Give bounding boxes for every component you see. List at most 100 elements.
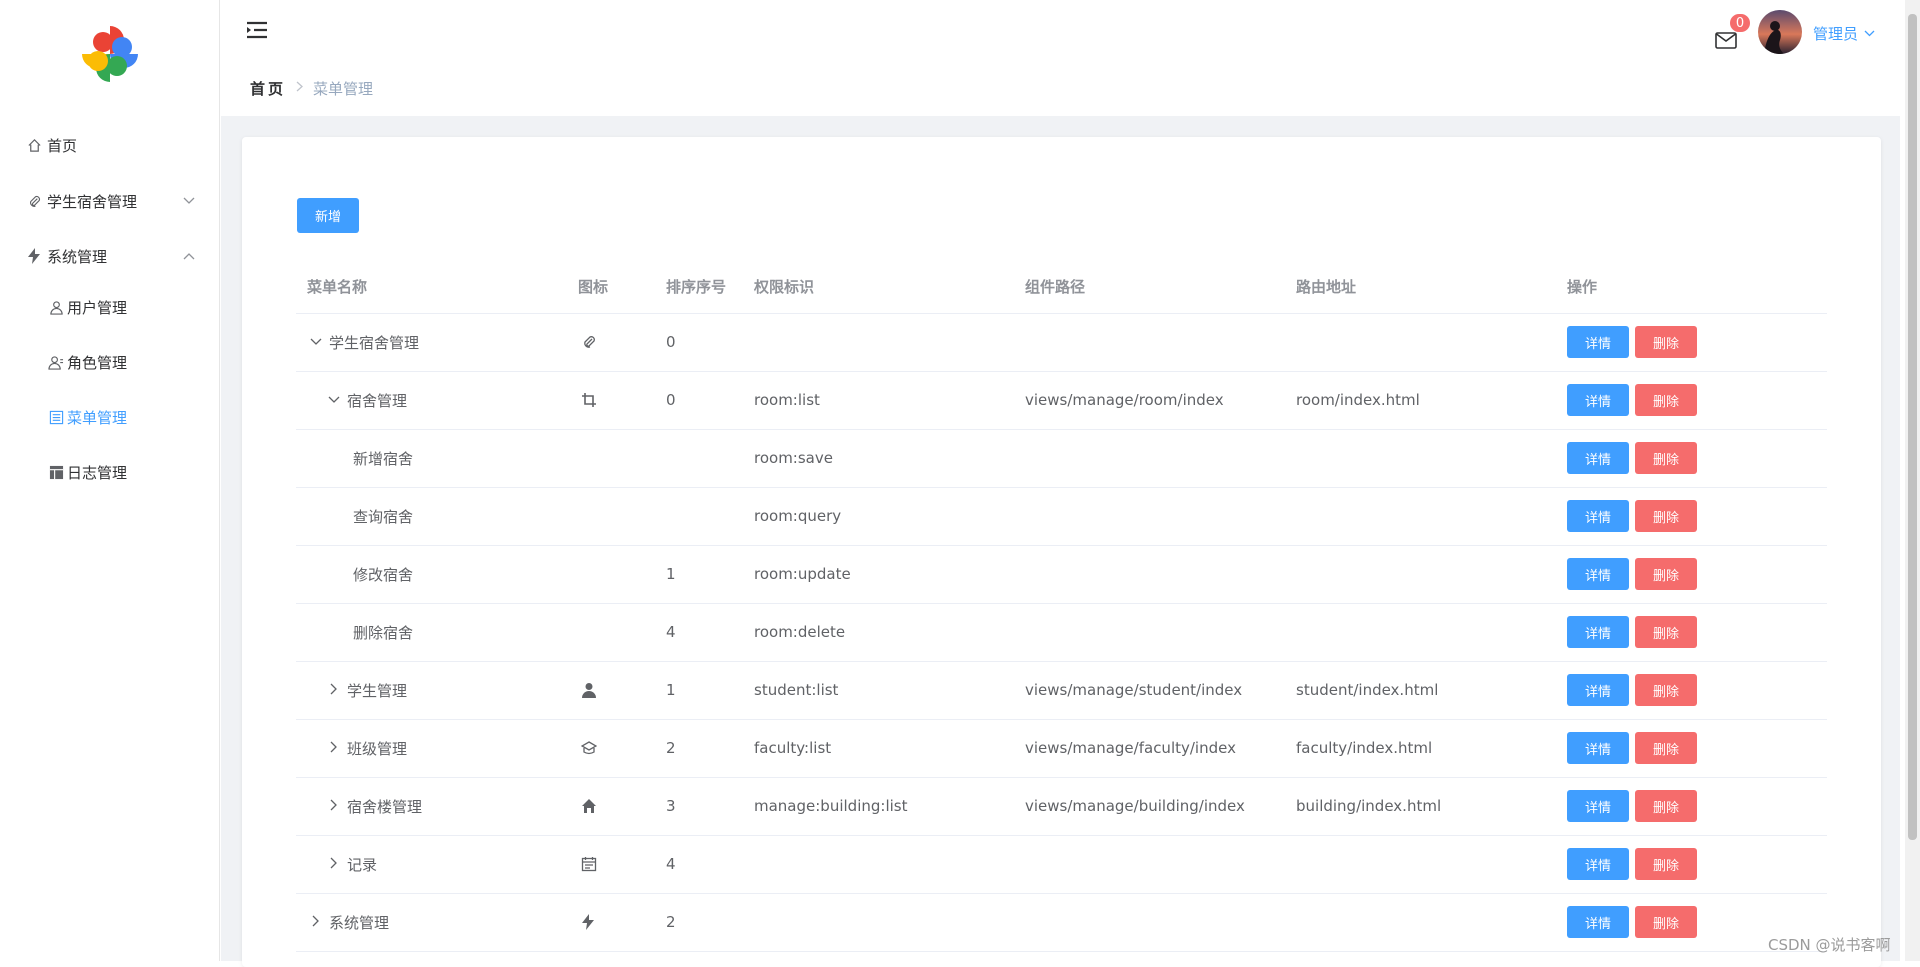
cell-permission: student:list xyxy=(743,661,1014,720)
table-row[interactable]: 新增宿舍 room:save 详情 删除 xyxy=(296,429,1827,488)
table-row[interactable]: 记录 4 详情 删除 xyxy=(296,835,1827,894)
cell-menu-name: 学生管理 xyxy=(296,661,567,720)
mail-icon[interactable] xyxy=(1714,30,1738,50)
expand-down-icon[interactable] xyxy=(325,393,343,407)
table-row[interactable]: 宿舍管理 0 room:list views/manage/room/index roo… xyxy=(296,371,1827,430)
delete-button[interactable]: 删除 xyxy=(1635,674,1697,706)
menu-name: 宿舍管理 xyxy=(347,391,408,410)
detail-button[interactable]: 详情 xyxy=(1567,384,1629,416)
delete-button[interactable]: 删除 xyxy=(1635,732,1697,764)
cell-component: views/manage/building/index xyxy=(1014,777,1285,836)
sidebar-item-dormitory[interactable]: 学生宿舍管理 xyxy=(0,170,219,232)
cell-permission: room:update xyxy=(743,545,1014,604)
delete-button[interactable]: 删除 xyxy=(1635,442,1697,474)
cell-route xyxy=(1285,893,1556,952)
sidebar-item-system[interactable]: 系统管理 xyxy=(0,232,219,280)
avatar[interactable] xyxy=(1758,10,1802,54)
expand-right-icon[interactable] xyxy=(307,915,325,930)
table-row[interactable]: 学生宿舍管理 0 详情 删除 xyxy=(296,313,1827,372)
cell-menu-name: 删除宿舍 xyxy=(296,603,567,662)
table-row[interactable]: 删除宿舍 4 room:delete 详情 删除 xyxy=(296,603,1827,662)
delete-button[interactable]: 删除 xyxy=(1635,790,1697,822)
delete-button[interactable]: 删除 xyxy=(1635,848,1697,880)
expand-right-icon[interactable] xyxy=(325,683,343,698)
user-menu[interactable]: 管理员 xyxy=(1813,23,1875,44)
detail-button[interactable]: 详情 xyxy=(1567,326,1629,358)
table-row[interactable]: 班级管理 2 faculty:list views/manage/faculty/in… xyxy=(296,719,1827,778)
cell-permission: room:query xyxy=(743,487,1014,546)
table-row[interactable]: 查询宿舍 room:query 详情 删除 xyxy=(296,487,1827,546)
sidebar-item-home[interactable]: 首页 xyxy=(0,120,219,170)
breadcrumb-home[interactable]: 首页 xyxy=(250,78,286,99)
notification-badge: 0 xyxy=(1729,13,1751,33)
house-icon xyxy=(578,798,655,814)
chevron-down-icon xyxy=(183,194,195,208)
delete-button[interactable]: 删除 xyxy=(1635,558,1697,590)
cell-route: building/index.html xyxy=(1285,777,1556,836)
expand-down-icon[interactable] xyxy=(307,335,325,349)
expand-right-icon[interactable] xyxy=(325,741,343,756)
cell-component xyxy=(1014,893,1285,952)
cell-order xyxy=(655,487,743,546)
detail-button[interactable]: 详情 xyxy=(1567,616,1629,648)
detail-button[interactable]: 详情 xyxy=(1567,732,1629,764)
breadcrumb: 首页 菜单管理 xyxy=(250,78,373,99)
detail-button[interactable]: 详情 xyxy=(1567,790,1629,822)
sidebar-item-logs[interactable]: 日志管理 xyxy=(0,445,219,500)
watermark: CSDN @说书客啊 xyxy=(1768,936,1891,954)
column-header: 菜单名称 xyxy=(296,261,567,314)
detail-button[interactable]: 详情 xyxy=(1567,906,1629,938)
detail-button[interactable]: 详情 xyxy=(1567,442,1629,474)
cell-actions: 详情 删除 xyxy=(1556,487,1827,546)
cell-menu-name: 系统管理 xyxy=(296,893,567,952)
cell-icon xyxy=(567,313,655,372)
delete-button[interactable]: 删除 xyxy=(1635,906,1697,938)
menu-list-icon xyxy=(47,409,65,427)
hamburger-icon[interactable] xyxy=(245,18,269,42)
table-row[interactable]: 学生管理 1 student:list views/manage/student/in… xyxy=(296,661,1827,720)
sidebar-item-menus[interactable]: 菜单管理 xyxy=(0,390,219,445)
delete-button[interactable]: 删除 xyxy=(1635,500,1697,532)
cell-order: 1 xyxy=(655,661,743,720)
detail-button[interactable]: 详情 xyxy=(1567,500,1629,532)
lightning-icon xyxy=(578,914,655,930)
cell-icon xyxy=(567,661,655,720)
delete-button[interactable]: 删除 xyxy=(1635,616,1697,648)
sidebar-item-label: 学生宿舍管理 xyxy=(47,192,138,211)
expand-right-icon[interactable] xyxy=(325,799,343,814)
cell-permission: room:save xyxy=(743,429,1014,488)
detail-button[interactable]: 详情 xyxy=(1567,848,1629,880)
menu-name: 新增宿舍 xyxy=(353,449,414,468)
add-menu-button[interactable]: 新增 xyxy=(297,198,359,233)
breadcrumb-current: 菜单管理 xyxy=(313,80,374,98)
sidebar-item-roles[interactable]: 角色管理 xyxy=(0,335,219,390)
table-row[interactable]: 系统管理 2 详情 删除 xyxy=(296,893,1827,952)
column-header: 图标 xyxy=(567,261,655,314)
column-header: 组件路径 xyxy=(1014,261,1285,314)
cell-component xyxy=(1014,487,1285,546)
chevron-down-icon xyxy=(1864,27,1875,40)
cell-order: 2 xyxy=(655,719,743,778)
sidebar-item-users[interactable]: 用户管理 xyxy=(0,280,219,335)
cell-actions: 详情 删除 xyxy=(1556,835,1827,894)
delete-button[interactable]: 删除 xyxy=(1635,326,1697,358)
expand-right-icon[interactable] xyxy=(325,857,343,872)
cell-component xyxy=(1014,429,1285,488)
cell-order: 4 xyxy=(655,835,743,894)
cell-order: 3 xyxy=(655,777,743,836)
cell-actions: 详情 删除 xyxy=(1556,545,1827,604)
table-row[interactable]: 宿舍楼管理 3 manage:building:list views/manage/b… xyxy=(296,777,1827,836)
delete-button[interactable]: 删除 xyxy=(1635,384,1697,416)
menu-name: 查询宿舍 xyxy=(353,507,414,526)
vertical-scrollbar[interactable] xyxy=(1905,0,1920,961)
table-row[interactable]: 修改宿舍 1 room:update 详情 删除 xyxy=(296,545,1827,604)
detail-button[interactable]: 详情 xyxy=(1567,674,1629,706)
calendar-icon xyxy=(578,856,655,872)
cell-icon xyxy=(567,545,655,604)
detail-button[interactable]: 详情 xyxy=(1567,558,1629,590)
cell-icon xyxy=(567,893,655,952)
sidebar-item-label: 日志管理 xyxy=(67,464,128,482)
menu-table: 菜单名称 图标 排序序号 权限标识 组件路径 路由地址 操作 学生宿舍管理 0 详情… xyxy=(296,261,1827,952)
scrollbar-thumb[interactable] xyxy=(1908,14,1917,840)
cell-icon xyxy=(567,429,655,488)
